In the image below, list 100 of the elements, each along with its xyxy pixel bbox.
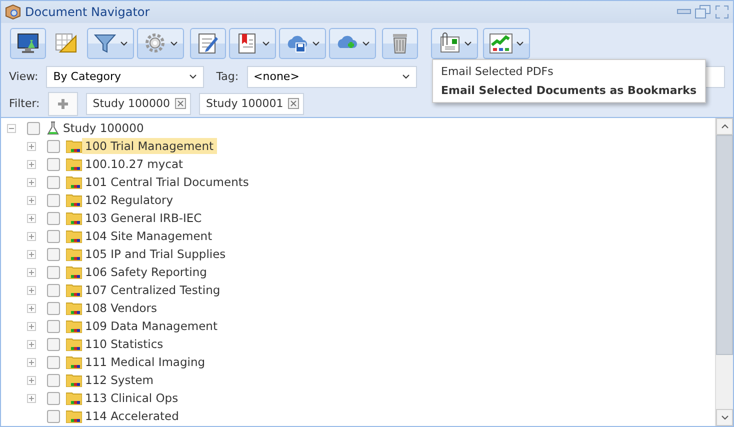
monitor-icon bbox=[16, 32, 40, 54]
toolbar-button[interactable] bbox=[483, 28, 530, 58]
scroll-up-button[interactable] bbox=[716, 118, 733, 135]
toolbar-button[interactable] bbox=[431, 28, 478, 58]
folder-icon bbox=[66, 265, 82, 279]
toolbar-button[interactable] bbox=[229, 28, 276, 58]
tree-item[interactable]: 107 Centralized Testing bbox=[82, 282, 224, 298]
filter-icon bbox=[93, 32, 117, 54]
expand-toggle[interactable] bbox=[27, 142, 36, 150]
tree-item[interactable]: 105 IP and Trial Supplies bbox=[82, 246, 229, 262]
tree-item[interactable]: 109 Data Management bbox=[82, 318, 220, 334]
checkbox[interactable] bbox=[47, 230, 60, 242]
tree-item[interactable]: 101 Central Trial Documents bbox=[82, 174, 252, 190]
expand-toggle[interactable] bbox=[27, 178, 36, 186]
tree-item[interactable]: 106 Safety Reporting bbox=[82, 264, 210, 280]
view-label: View: bbox=[9, 70, 38, 83]
checkbox[interactable] bbox=[47, 284, 60, 296]
tree-item[interactable]: 108 Vendors bbox=[82, 300, 160, 316]
checkbox[interactable] bbox=[47, 194, 60, 206]
toolbar-button[interactable] bbox=[279, 28, 326, 58]
tag-label: Tag: bbox=[216, 70, 239, 83]
tree-item[interactable]: 104 Site Management bbox=[82, 228, 216, 244]
toolbar-button[interactable] bbox=[87, 28, 134, 58]
folder-icon bbox=[66, 355, 82, 369]
checkbox[interactable] bbox=[47, 176, 60, 188]
tree-item[interactable]: 114 Accelerated bbox=[82, 408, 182, 424]
checkbox[interactable] bbox=[27, 122, 40, 134]
folder-icon bbox=[66, 391, 82, 405]
checkbox[interactable] bbox=[47, 302, 60, 314]
close-icon[interactable] bbox=[175, 98, 186, 109]
caret-icon bbox=[720, 415, 728, 420]
checkbox[interactable] bbox=[47, 374, 60, 386]
checkbox[interactable] bbox=[47, 158, 60, 170]
tree-item[interactable]: 113 Clinical Ops bbox=[82, 390, 182, 406]
chart-icon bbox=[489, 32, 513, 54]
tree-item[interactable]: 111 Medical Imaging bbox=[82, 354, 208, 370]
edit-document-icon bbox=[196, 32, 220, 54]
filter-label: Filter: bbox=[9, 97, 40, 110]
menu-item[interactable]: Email Selected Documents as Bookmarks bbox=[433, 81, 705, 100]
checkbox[interactable] bbox=[47, 248, 60, 260]
checkbox[interactable] bbox=[47, 212, 60, 224]
expand-toggle[interactable] bbox=[27, 394, 36, 402]
folder-icon bbox=[66, 139, 82, 153]
expand-toggle[interactable] bbox=[27, 214, 36, 222]
add-filter-button[interactable] bbox=[48, 92, 78, 116]
window-title: Document Navigator bbox=[25, 5, 151, 19]
collapse-toggle[interactable] bbox=[7, 124, 16, 132]
caret-icon bbox=[402, 74, 410, 79]
filter-chip-label: Study 100001 bbox=[206, 97, 284, 110]
tree-item[interactable]: 110 Statistics bbox=[82, 336, 166, 352]
table-ruler-icon bbox=[54, 32, 78, 54]
folder-icon bbox=[66, 373, 82, 387]
tree-item[interactable]: Study 100000 bbox=[60, 120, 147, 136]
folder-icon bbox=[66, 319, 82, 333]
filter-chip-label: Study 100000 bbox=[92, 97, 170, 110]
settings-icon bbox=[143, 32, 167, 54]
expand-toggle[interactable] bbox=[27, 358, 36, 366]
expand-toggle[interactable] bbox=[27, 304, 36, 312]
expand-toggle[interactable] bbox=[27, 322, 36, 330]
tree-item[interactable]: 100.10.27 mycat bbox=[82, 156, 186, 172]
folder-icon bbox=[66, 283, 82, 297]
checkbox[interactable] bbox=[47, 410, 60, 422]
folder-icon bbox=[66, 193, 82, 207]
folder-icon bbox=[66, 337, 82, 351]
checkbox[interactable] bbox=[47, 140, 60, 152]
checkbox[interactable] bbox=[47, 266, 60, 278]
expand-toggle[interactable] bbox=[27, 376, 36, 384]
tree-item[interactable]: 112 System bbox=[82, 372, 156, 388]
tag-dropdown[interactable]: <none> bbox=[246, 66, 417, 88]
expand-toggle[interactable] bbox=[27, 160, 36, 168]
plus-icon bbox=[56, 98, 69, 110]
tree-item[interactable]: 100 Trial Management bbox=[82, 138, 217, 154]
restore-icon[interactable] bbox=[695, 5, 711, 19]
expand-toggle[interactable] bbox=[27, 340, 36, 348]
expand-toggle[interactable] bbox=[27, 268, 36, 276]
expand-toggle[interactable] bbox=[27, 286, 36, 294]
scrollbar[interactable] bbox=[715, 118, 733, 426]
folder-icon bbox=[66, 211, 82, 225]
folder-icon bbox=[66, 229, 82, 243]
up-caret-icon bbox=[720, 124, 728, 129]
expand-toggle[interactable] bbox=[27, 232, 36, 240]
expand-toggle[interactable] bbox=[27, 250, 36, 258]
maximize-icon[interactable] bbox=[715, 5, 729, 19]
tree-item[interactable]: 102 Regulatory bbox=[82, 192, 176, 208]
scroll-down-button[interactable] bbox=[716, 409, 733, 426]
toolbar-button[interactable] bbox=[190, 28, 226, 58]
expand-toggle[interactable] bbox=[27, 196, 36, 204]
toolbar-button[interactable] bbox=[10, 28, 46, 58]
close-icon[interactable] bbox=[288, 98, 300, 109]
folder-icon bbox=[66, 301, 82, 315]
checkbox[interactable] bbox=[47, 320, 60, 332]
folder-icon bbox=[66, 247, 82, 261]
checkbox[interactable] bbox=[47, 356, 60, 368]
menu-item[interactable]: Email Selected PDFs bbox=[433, 62, 705, 81]
checkbox[interactable] bbox=[47, 392, 60, 404]
folder-icon bbox=[66, 175, 82, 189]
view-dropdown[interactable]: By Category bbox=[46, 66, 204, 88]
checkbox[interactable] bbox=[47, 338, 60, 350]
tree-item[interactable]: 103 General IRB-IEC bbox=[82, 210, 205, 226]
minimize-icon[interactable] bbox=[677, 9, 691, 15]
